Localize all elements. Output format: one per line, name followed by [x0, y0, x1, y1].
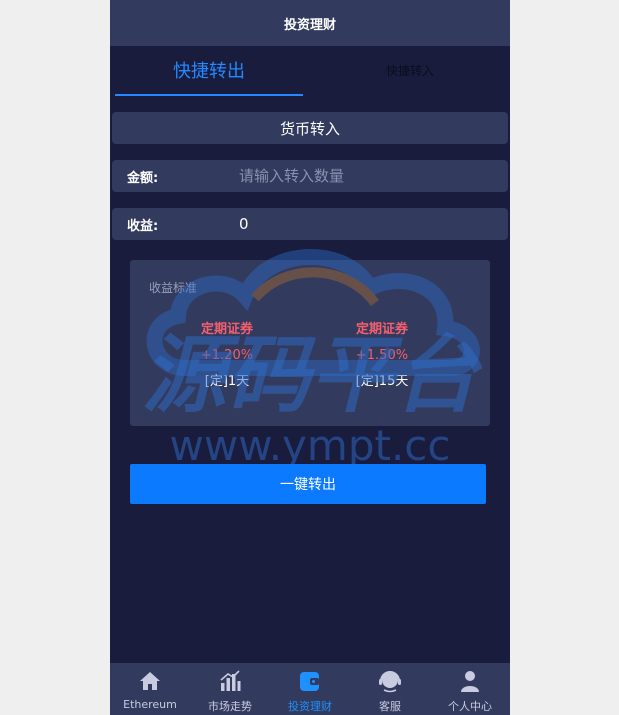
- rate-percent: +1.20%: [200, 348, 254, 363]
- nav-label: 个人中心: [448, 700, 492, 713]
- rate-standard-card: 收益标准 定期证券 +1.20% [定]1天 定期证券 +1.50% [定]15…: [130, 260, 490, 426]
- tab-quick-deposit[interactable]: 快捷转入: [315, 46, 505, 94]
- section-title: 货币转入: [112, 112, 508, 144]
- nav-item-market[interactable]: 市场走势: [190, 663, 270, 715]
- headset-icon: [379, 671, 401, 693]
- nav-item-support[interactable]: 客服: [350, 663, 430, 715]
- nav-item-ethereum[interactable]: Ethereum: [110, 663, 190, 715]
- nav-label: 客服: [379, 700, 401, 713]
- nav-label: 市场走势: [208, 700, 252, 713]
- wallet-icon: [300, 672, 319, 691]
- rate-name: 定期证券: [355, 322, 408, 337]
- income-value: 0: [239, 215, 249, 233]
- watermark-url: www.ympt.cc: [170, 421, 451, 468]
- bottom-nav: Ethereum 市场走势 投资理财 客服 个人中心: [110, 663, 510, 715]
- tab-quick-withdraw[interactable]: 快捷转出: [115, 46, 303, 96]
- rate-term: [定]15天: [355, 374, 409, 389]
- income-label: 收益:: [127, 218, 159, 234]
- tab-bar: 快捷转出 快捷转入: [110, 46, 510, 96]
- nav-label: Ethereum: [123, 698, 177, 711]
- page-title: 投资理财: [283, 17, 336, 33]
- rate-name: 定期证券: [200, 322, 253, 337]
- rate-card-title: 收益标准: [149, 281, 198, 295]
- nav-item-profile[interactable]: 个人中心: [430, 663, 510, 715]
- amount-row: 金额:: [112, 160, 508, 192]
- bar-chart-icon: [220, 670, 241, 691]
- rate-term: [定]1天: [204, 374, 250, 389]
- amount-label: 金额:: [127, 170, 159, 186]
- nav-item-invest[interactable]: 投资理财: [270, 663, 350, 715]
- income-row: 收益: 0: [112, 208, 508, 240]
- top-header: 投资理财: [110, 0, 510, 46]
- app-screen: 投资理财 快捷转出 快捷转入 货币转入 金额: 收益: 0 收益标准 定期证券 …: [110, 0, 510, 715]
- nav-label: 投资理财: [288, 700, 332, 713]
- home-icon: [140, 672, 160, 690]
- user-icon: [461, 671, 479, 692]
- rate-option[interactable]: 定期证券 +1.50% [定]15天: [312, 320, 452, 392]
- rate-percent: +1.50%: [355, 348, 409, 363]
- withdraw-button[interactable]: 一键转出: [130, 464, 486, 504]
- rate-option[interactable]: 定期证券 +1.20% [定]1天: [157, 320, 297, 392]
- amount-input[interactable]: [239, 162, 508, 190]
